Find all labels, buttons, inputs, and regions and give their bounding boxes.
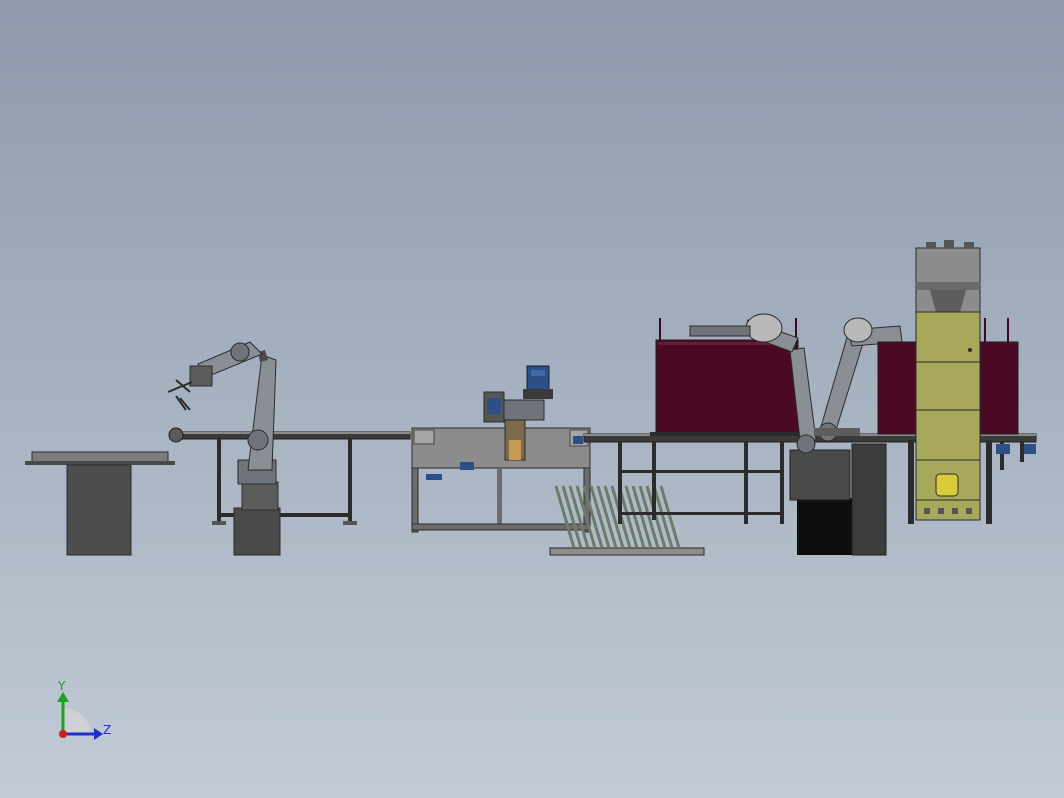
conveyor-left: [168, 427, 411, 525]
left-table: [25, 451, 175, 556]
axis-triad[interactable]: Y Z: [57, 679, 111, 740]
y-axis-label: Y: [57, 679, 66, 693]
robot-base-right: [789, 443, 887, 556]
z-axis-label: Z: [103, 723, 111, 737]
y-axis-arrowhead: [57, 692, 69, 702]
z-axis-arrowhead: [94, 728, 103, 740]
control-cabinet: [908, 240, 992, 524]
view-quadrant-icon: [63, 707, 91, 734]
cad-viewport[interactable]: Y Z: [0, 0, 1064, 798]
origin-dot: [59, 730, 67, 738]
grating: [549, 485, 705, 556]
